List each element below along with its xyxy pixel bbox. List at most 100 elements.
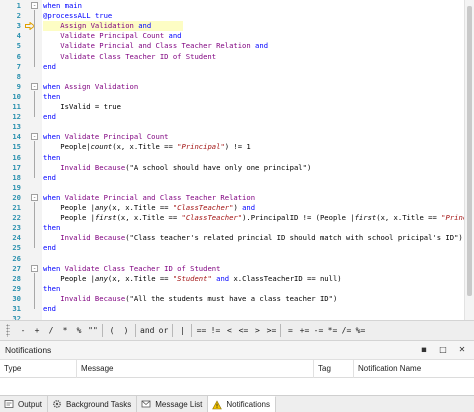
fold-toggle-icon[interactable]: - [31, 193, 38, 201]
tab-background-tasks[interactable]: Background Tasks [48, 396, 138, 412]
code-token: count [90, 142, 113, 152]
fold-guide-line [34, 141, 35, 178]
dock-icon[interactable]: □ [437, 344, 449, 356]
notifications-table-body [0, 378, 474, 395]
operator-button[interactable]: % [72, 324, 86, 338]
code-line[interactable]: 13 [0, 122, 464, 132]
operator-button[interactable]: / [44, 324, 58, 338]
operator-toolbar: - + / *% "" () and or | == != < <= > >= = += -= *=/= %= [0, 320, 474, 341]
column-header-type[interactable]: Type [0, 360, 77, 378]
code-line[interactable]: 4 Validate Principal Count and [0, 31, 464, 41]
code-line[interactable]: 27 - when Validate Class Teacher ID of Stu… [0, 264, 464, 274]
code-token: then [43, 283, 61, 293]
code-line[interactable]: 30 Invalid Because("All the students mus… [0, 294, 464, 304]
code-line[interactable]: 21 People |any(x, x.Title == "ClassTeach… [0, 203, 464, 213]
fold-toggle-icon[interactable]: - [31, 2, 38, 9]
code-line[interactable]: 9 - when Assign Validation [0, 82, 464, 92]
code-line[interactable]: 15 People|count(x, x.Title == "Principal… [0, 142, 464, 152]
code-token: and [168, 31, 182, 41]
tab-message-list[interactable]: Message List [137, 396, 209, 412]
code-line[interactable]: 28 People |any(x, x.Title == "Student" a… [0, 274, 464, 284]
code-line[interactable]: 10 then [0, 92, 464, 102]
code-token: Validate Principal Count [43, 31, 169, 41]
code-editor[interactable]: 1- when main 2 @processALL true 3 Assign Val… [0, 0, 474, 320]
fold-toggle-icon[interactable]: - [31, 82, 38, 90]
code-line[interactable]: 1 - when main [0, 1, 464, 11]
operator-button[interactable]: /= [339, 324, 353, 338]
code-text: when Validate Class Teacher ID of Studen… [43, 264, 220, 274]
operator-button[interactable]: <= [236, 324, 250, 338]
operator-button[interactable]: and [138, 324, 156, 338]
operator-button[interactable]: "" [86, 324, 100, 338]
code-line[interactable]: 29 then [0, 284, 464, 294]
code-token: when [43, 132, 65, 142]
code-line[interactable]: 25 end [0, 243, 464, 253]
code-token: first [94, 213, 117, 223]
operator-button[interactable]: %= [353, 324, 367, 338]
toolbar-grip-handle[interactable] [6, 324, 10, 337]
code-text: Invalid Because("Class teacher's related… [43, 233, 462, 243]
code-token: @processALL [43, 11, 95, 21]
code-line[interactable]: 6 Validate Class Teacher ID of Student [0, 52, 464, 62]
operator-button[interactable]: = [283, 324, 297, 338]
code-text: Assign Validation and [43, 21, 151, 31]
operator-button[interactable]: or [156, 324, 170, 338]
operator-button[interactable]: == [194, 324, 208, 338]
tab-notifications[interactable]: Notifications [208, 396, 276, 412]
code-text: end [43, 173, 56, 183]
column-header-tag[interactable]: Tag [314, 360, 354, 378]
code-line[interactable]: 2 @processALL true [0, 11, 464, 21]
operator-button[interactable]: >= [264, 324, 278, 338]
code-line[interactable]: 7 end [0, 62, 464, 72]
operator-button[interactable]: ( [105, 324, 119, 338]
code-text: Validate Princial and Class Teacher Rela… [43, 41, 268, 51]
code-token: ) [332, 293, 338, 303]
operator-button[interactable]: < [222, 324, 236, 338]
code-line[interactable]: 12 end [0, 112, 464, 122]
code-line[interactable]: 24 Invalid Because("Class teacher's rela… [0, 233, 464, 243]
code-line[interactable]: 16 then [0, 153, 464, 163]
code-line[interactable]: 17 Invalid Because("A school should have… [0, 163, 464, 173]
code-line[interactable]: 31 end [0, 304, 464, 314]
code-line[interactable]: 22 People |first(x, x.Title == "ClassTea… [0, 213, 474, 223]
line-number: 27 [12, 263, 21, 273]
operator-button[interactable]: - [16, 324, 30, 338]
scrollbar-thumb[interactable] [467, 6, 472, 296]
operator-button[interactable]: *= [325, 324, 339, 338]
operator-button[interactable]: | [175, 324, 189, 338]
code-token: first [354, 213, 377, 223]
code-line[interactable]: 18 end [0, 173, 464, 183]
fold-toggle-icon[interactable]: - [31, 264, 38, 272]
code-text: @processALL true [43, 11, 112, 21]
code-line[interactable]: 11 IsValid = true [0, 102, 464, 112]
operator-button[interactable]: > [250, 324, 264, 338]
code-line[interactable]: 26 [0, 254, 464, 264]
operator-button[interactable]: + [30, 324, 44, 338]
code-text: end [43, 62, 56, 72]
code-token: People | [43, 203, 95, 212]
code-token: (x, x.Title == [107, 273, 173, 283]
code-line[interactable]: 3 Assign Validation and [0, 21, 464, 32]
operator-button[interactable]: * [58, 324, 72, 338]
code-line[interactable]: 5 Validate Princial and Class Teacher Re… [0, 41, 464, 51]
operator-button[interactable]: -= [311, 324, 325, 338]
line-number: 21 [12, 203, 21, 212]
code-line[interactable]: 14 - when Validate Principal Count [0, 132, 464, 142]
operator-button[interactable]: != [208, 324, 222, 338]
close-icon[interactable]: ✕ [456, 344, 468, 356]
code-token: "Principal" [177, 142, 225, 152]
operator-button[interactable]: += [297, 324, 311, 338]
column-header-message[interactable]: Message [77, 360, 314, 378]
code-token: Validate Principal Count [64, 132, 169, 142]
pin-icon[interactable]: ◾ [418, 344, 430, 356]
tab-output[interactable]: Output [0, 396, 49, 412]
column-header-notification-name[interactable]: Notification Name [354, 360, 474, 378]
code-line[interactable]: 23 then [0, 223, 464, 233]
code-line[interactable]: 20 - when Validate Princial and Class Teac… [0, 193, 464, 203]
gear-icon [53, 400, 61, 408]
editor-vertical-scrollbar[interactable] [464, 0, 474, 320]
operator-button[interactable]: ) [119, 324, 133, 338]
code-line[interactable]: 8 [0, 72, 464, 82]
code-line[interactable]: 19 [0, 183, 464, 193]
fold-toggle-icon[interactable]: - [31, 133, 38, 141]
